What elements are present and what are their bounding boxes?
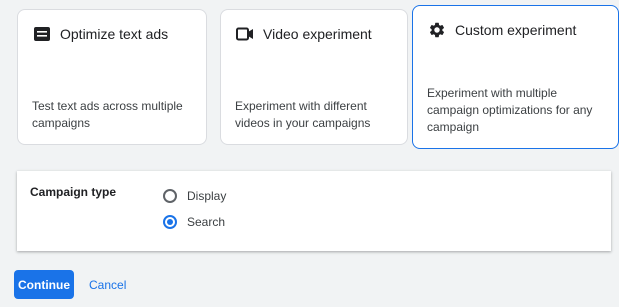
card-title: Optimize text ads	[60, 26, 169, 42]
card-title: Video experiment	[263, 26, 372, 42]
cancel-button[interactable]: Cancel	[82, 270, 133, 299]
campaign-type-label: Campaign type	[30, 185, 117, 199]
card-video-experiment[interactable]: Video experiment Experiment with differe…	[220, 9, 408, 145]
card-header: Custom experiment	[427, 20, 576, 40]
campaign-type-panel: Campaign type Display Search	[17, 171, 611, 251]
card-header: Optimize text ads	[32, 24, 168, 44]
card-description: Experiment with different videos in your…	[235, 99, 371, 130]
card-custom-experiment[interactable]: Custom experiment Experiment with multip…	[412, 5, 619, 149]
radio-label: Display	[187, 189, 227, 203]
radio-option-search[interactable]: Search	[163, 215, 225, 229]
card-optimize-text-ads[interactable]: Optimize text ads Test text ads across m…	[17, 9, 207, 145]
text-ad-icon	[32, 24, 52, 44]
gear-icon	[427, 20, 447, 40]
card-description: Experiment with multiple campaign optimi…	[427, 86, 593, 134]
search-radio[interactable]	[163, 215, 177, 229]
display-radio[interactable]	[163, 189, 177, 203]
card-title: Custom experiment	[455, 22, 577, 38]
radio-label: Search	[187, 215, 226, 229]
video-camera-icon	[235, 24, 255, 44]
card-description: Test text ads across multiple campaigns	[32, 99, 183, 130]
radio-option-display[interactable]: Display	[163, 189, 226, 203]
card-header: Video experiment	[235, 24, 372, 44]
continue-button[interactable]: Continue	[14, 270, 74, 299]
